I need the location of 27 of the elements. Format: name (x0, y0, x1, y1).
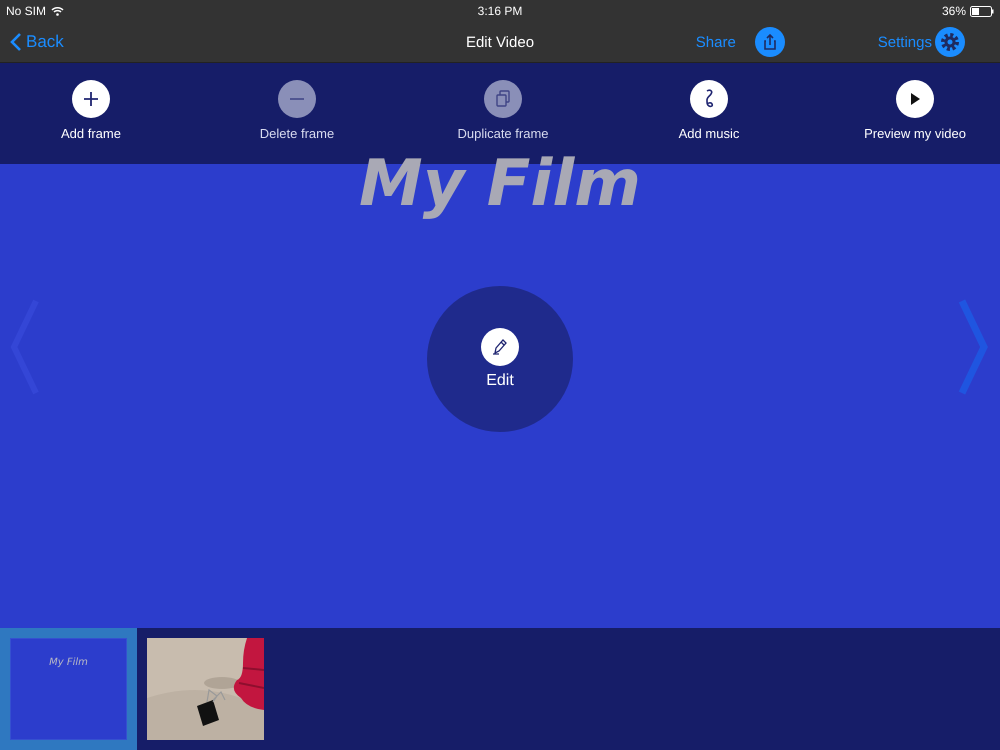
share-button[interactable]: Share (696, 27, 786, 57)
music-button[interactable] (690, 80, 728, 118)
minus-icon (289, 97, 305, 101)
settings-icon (934, 27, 966, 57)
plus-icon (83, 91, 99, 107)
edit-button[interactable]: Edit (427, 286, 573, 432)
wifi-icon (51, 6, 64, 16)
music-note-icon (703, 89, 715, 109)
frame-thumbnail[interactable]: My Film (0, 628, 137, 750)
toolbar-label[interactable]: Add music (678, 126, 740, 141)
play-button[interactable] (896, 80, 934, 118)
play-icon (909, 92, 921, 106)
add-button[interactable] (72, 80, 110, 118)
copy-icon (495, 90, 511, 108)
nav-title: Edit Video (466, 34, 534, 50)
carrier-text: No SIM (6, 4, 46, 18)
pencil-icon (491, 338, 509, 356)
settings-button[interactable]: Settings (878, 27, 966, 57)
thumbnail-title: My Film (49, 657, 88, 669)
toolbar-label[interactable]: Preview my video (864, 126, 966, 141)
toolbar-label[interactable]: Add frame (61, 126, 121, 141)
share-icon (754, 27, 786, 57)
chevron-left-icon (10, 32, 22, 52)
battery-text: 36% (942, 4, 966, 18)
battery-icon (970, 6, 994, 16)
clock-text: 3:16 PM (478, 4, 522, 18)
back-button[interactable]: Back (10, 32, 64, 52)
